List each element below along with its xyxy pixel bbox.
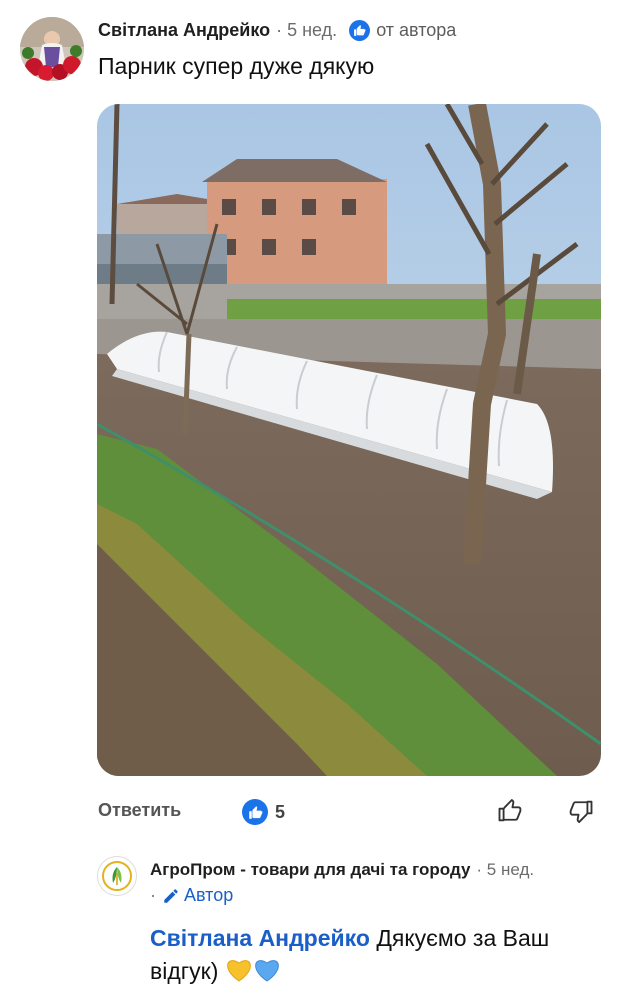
comment-time: · 5 нед. — [276, 19, 338, 40]
reply-text: Світлана Андрейко Дякуємо за Ваш відгук) — [150, 922, 600, 992]
like-button[interactable] — [496, 797, 524, 825]
author-badge-label: от автора — [376, 19, 457, 40]
blue-heart-icon — [253, 957, 281, 992]
pencil-icon — [164, 888, 178, 903]
author-tag-label: Автор — [184, 885, 234, 905]
avatar-image — [20, 17, 84, 81]
author-badge: от автора — [349, 19, 457, 41]
mention-link[interactable]: Світлана Андрейко — [150, 925, 370, 951]
likes-count: 5 — [275, 801, 286, 822]
dislike-button[interactable] — [567, 797, 595, 825]
avatar[interactable] — [20, 17, 84, 81]
yellow-heart-icon — [225, 957, 253, 992]
greenhouse-photo — [97, 104, 601, 776]
comment-photo[interactable] — [97, 104, 601, 776]
comment-text: Парник супер дуже дякую — [98, 53, 375, 79]
thumbs-down-icon — [569, 800, 593, 824]
comment-author[interactable]: Світлана Андрейко — [98, 20, 270, 41]
agro-logo-icon — [102, 861, 132, 891]
reply-avatar[interactable] — [97, 856, 137, 896]
reply-meta: АгроПром - товари для дачі та городу · 5… — [150, 860, 534, 880]
like-badge-icon — [242, 799, 268, 825]
reply-time: · 5 нед. — [476, 860, 535, 879]
reply-author[interactable]: АгроПром - товари для дачі та городу — [150, 860, 470, 880]
reply-button[interactable]: Ответить — [98, 800, 181, 821]
thumbs-up-icon — [498, 799, 522, 822]
comment-meta: Світлана Андрейко · 5 нед. от автора — [98, 17, 456, 43]
author-badge-icon — [349, 19, 371, 41]
separator-dot: · — [150, 885, 156, 905]
likes-summary: 5 — [242, 799, 285, 825]
reply-author-tag: · Автор — [150, 885, 233, 906]
